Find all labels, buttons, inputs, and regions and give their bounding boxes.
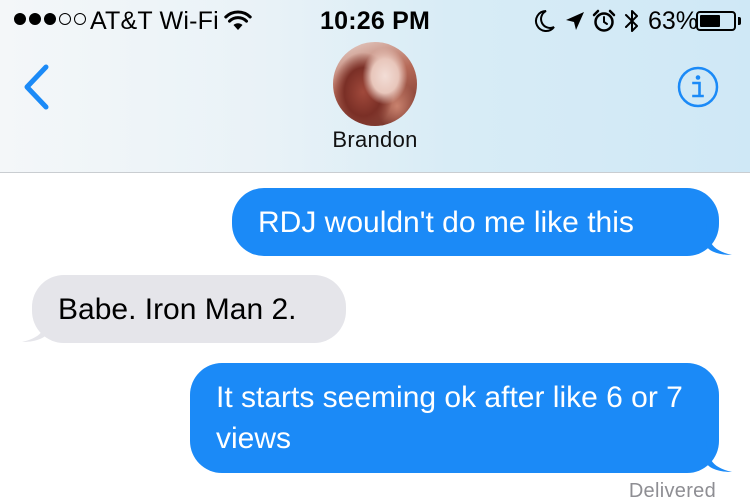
contact-name[interactable]: Brandon [0, 127, 750, 153]
bluetooth-icon [625, 10, 638, 32]
alarm-icon [592, 9, 616, 32]
bubble-tail [706, 441, 732, 472]
delivery-status: Delivered [628, 480, 716, 498]
info-button[interactable] [677, 66, 719, 108]
bubble-tail [22, 311, 48, 342]
battery-percent: 63% [648, 7, 699, 35]
message-bubble-incoming[interactable]: Babe. Iron Man 2. [32, 275, 346, 343]
battery-terminal [738, 17, 741, 25]
conversation-header: AT&T Wi-Fi 10:26 PM 63% Brandon [0, 0, 750, 173]
message-text: It starts seeming ok after like 6 or 7 v… [216, 381, 683, 455]
message-text: Babe. Iron Man 2. [58, 293, 297, 326]
info-icon [695, 75, 701, 80]
bubble-tail [706, 224, 732, 255]
status-right-group: 63% [534, 6, 744, 36]
messages-conversation-screen: AT&T Wi-Fi 10:26 PM 63% Brandon RDJ woul… [0, 0, 750, 498]
message-text: RDJ wouldn't do me like this [258, 206, 634, 239]
back-button[interactable] [18, 62, 58, 112]
moon-icon [535, 10, 555, 32]
location-arrow-icon [566, 12, 584, 30]
chevron-left-icon [24, 64, 49, 110]
contact-avatar[interactable] [333, 42, 417, 126]
battery-icon [696, 11, 736, 31]
message-bubble-outgoing[interactable]: RDJ wouldn't do me like this [232, 188, 719, 256]
battery-level-fill [700, 15, 721, 27]
status-bar: AT&T Wi-Fi 10:26 PM 63% [0, 0, 750, 40]
message-bubble-outgoing[interactable]: It starts seeming ok after like 6 or 7 v… [190, 363, 719, 473]
